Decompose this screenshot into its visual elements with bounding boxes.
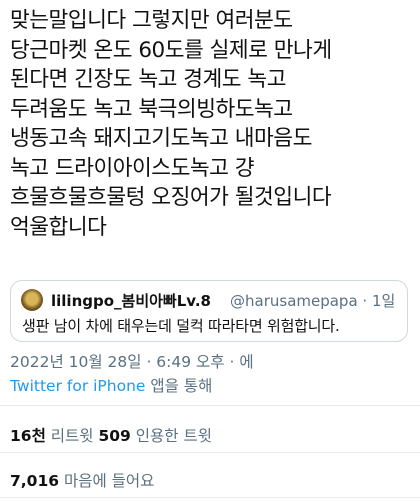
quotes-label: 인용한 트윗 xyxy=(130,427,212,445)
source-link[interactable]: Twitter for iPhone xyxy=(10,377,145,395)
likes-count: 7,016 xyxy=(10,472,60,490)
quoted-tweet-text: 생판 남이 차에 태우는데 덜컥 따라타면 위험합니다. xyxy=(22,317,340,335)
quoted-author-handle: @harusamepapa · 1일 xyxy=(230,292,396,310)
tweet-timestamp[interactable]: 2022년 10월 28일 · 6:49 오후 · 에 xyxy=(10,350,254,372)
retweets-label: 리트윗 xyxy=(45,427,99,445)
quotes-stat[interactable]: 509 인용한 트윗 xyxy=(98,427,212,445)
likes-stat[interactable]: 7,016 마음에 들어요 xyxy=(10,469,154,491)
divider xyxy=(0,405,420,406)
divider xyxy=(0,452,420,453)
avatar[interactable] xyxy=(21,289,43,311)
source-suffix: 앱을 통해 xyxy=(145,377,213,395)
retweets-stat[interactable]: 16천 리트윗 xyxy=(10,427,98,445)
tweet-source: Twitter for iPhone 앱을 통해 xyxy=(10,374,212,396)
quoted-author-name[interactable]: lilingpo_봄비아빠Lv.8 xyxy=(51,290,211,311)
likes-label: 마음에 들어요 xyxy=(59,472,155,490)
divider xyxy=(0,497,420,498)
quoted-tweet[interactable]: lilingpo_봄비아빠Lv.8 @harusamepapa · 1일 생판 … xyxy=(10,280,408,342)
engagement-stats: 16천 리트윗 509 인용한 트윗 xyxy=(10,424,212,446)
tweet-text: 맞는말입니다 그렇지만 여러분도 당근마켓 온도 60도를 실제로 만나게 된다… xyxy=(10,8,332,240)
quotes-count: 509 xyxy=(98,427,131,445)
retweets-count: 16천 xyxy=(10,427,46,445)
